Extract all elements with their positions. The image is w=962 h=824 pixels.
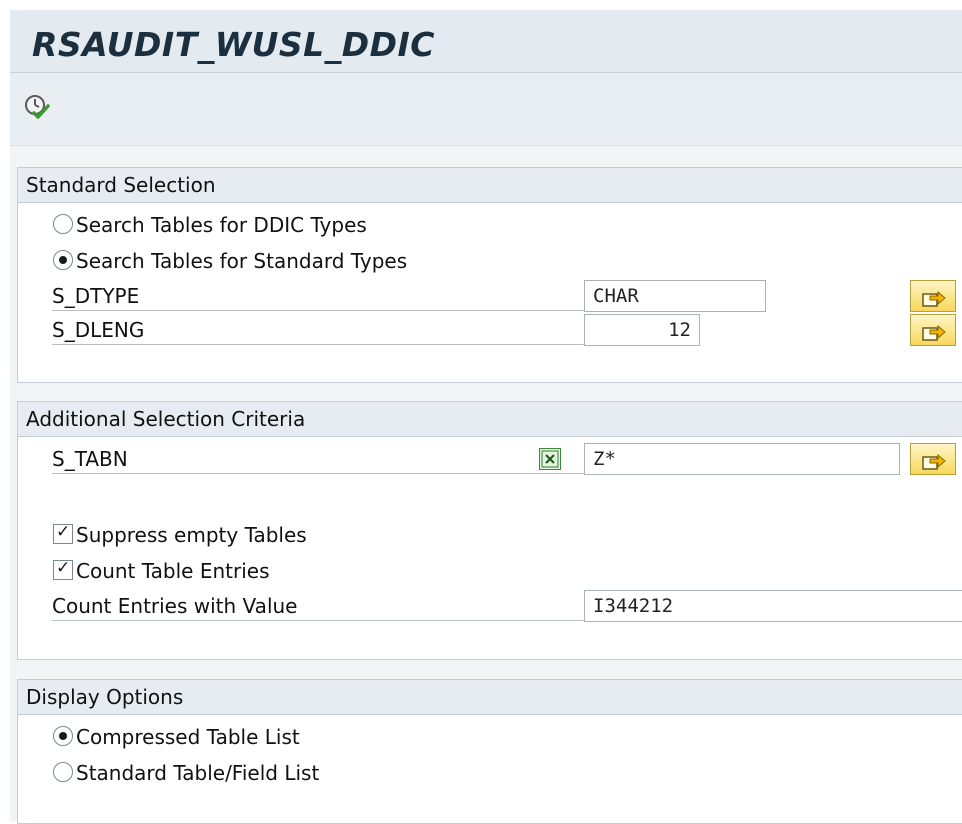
group-title: Additional Selection Criteria xyxy=(18,402,962,437)
s-tabn-row: S_TABN Z* xyxy=(18,443,962,475)
radio-selected-dot xyxy=(59,732,67,740)
multiple-selection-arrow-icon xyxy=(922,324,946,341)
radio-standard-types[interactable]: Search Tables for Standard Types xyxy=(18,245,962,277)
group-title: Standard Selection xyxy=(18,168,962,203)
s-dtype-multiple-selection-button[interactable] xyxy=(910,280,956,312)
group-title: Display Options xyxy=(18,680,962,715)
radio-standard-table-field-list[interactable]: Standard Table/Field List xyxy=(18,757,962,789)
s-dleng-multiple-selection-button[interactable] xyxy=(910,314,956,346)
checkmark-icon: ✓ xyxy=(56,558,71,578)
s-tabn-multiple-selection-button[interactable] xyxy=(910,443,956,475)
application-toolbar xyxy=(10,73,962,146)
checkbox-label: Suppress empty Tables xyxy=(76,523,307,547)
additional-selection-group: Additional Selection Criteria S_TABN Z* … xyxy=(17,401,962,660)
radio-label: Compressed Table List xyxy=(76,725,300,749)
suppress-empty-tables-row[interactable]: ✓ Suppress empty Tables xyxy=(18,519,962,551)
count-table-entries-checkbox[interactable]: ✓ xyxy=(53,558,73,580)
radio-button[interactable] xyxy=(53,214,73,234)
multiple-selection-arrow-icon xyxy=(922,453,946,470)
s-dleng-row: S_DLENG 12 xyxy=(18,314,962,346)
radio-label: Search Tables for Standard Types xyxy=(76,249,408,273)
s-dtype-input[interactable]: CHAR xyxy=(584,280,766,312)
s-tabn-label: S_TABN xyxy=(52,445,584,474)
count-table-entries-row[interactable]: ✓ Count Table Entries xyxy=(18,555,962,587)
display-options-group: Display Options Compressed Table List St… xyxy=(17,679,962,824)
s-dtype-row: S_DTYPE CHAR xyxy=(18,280,962,312)
s-dleng-label: S_DLENG xyxy=(52,316,584,345)
s-dtype-label: S_DTYPE xyxy=(52,282,584,311)
title-bar: RSAUDIT_WUSL_DDIC xyxy=(10,10,962,73)
radio-button[interactable] xyxy=(53,250,73,270)
standard-selection-group: Standard Selection Search Tables for DDI… xyxy=(17,167,962,383)
count-value-row: Count Entries with Value I344212 xyxy=(18,590,962,622)
radio-label: Standard Table/Field List xyxy=(76,761,320,785)
selection-option-icon[interactable] xyxy=(539,448,561,470)
checkmark-icon: ✓ xyxy=(56,522,71,542)
radio-label: Search Tables for DDIC Types xyxy=(76,213,367,237)
execute-icon[interactable] xyxy=(23,93,51,121)
radio-selected-dot xyxy=(59,256,67,264)
count-value-input[interactable]: I344212 xyxy=(584,590,962,622)
s-tabn-input[interactable]: Z* xyxy=(584,443,900,475)
s-dleng-input[interactable]: 12 xyxy=(584,314,700,346)
multiple-selection-arrow-icon xyxy=(922,290,946,307)
page-title: RSAUDIT_WUSL_DDIC xyxy=(32,25,435,64)
suppress-empty-tables-checkbox[interactable]: ✓ xyxy=(53,522,73,544)
radio-button[interactable] xyxy=(53,762,73,782)
radio-ddic-types[interactable]: Search Tables for DDIC Types xyxy=(18,209,962,241)
radio-compressed-table-list[interactable]: Compressed Table List xyxy=(18,721,962,753)
checkbox-label: Count Table Entries xyxy=(76,559,270,583)
selection-screen: Standard Selection Search Tables for DDI… xyxy=(10,146,962,824)
radio-button[interactable] xyxy=(53,726,73,746)
count-value-label: Count Entries with Value xyxy=(52,592,584,621)
